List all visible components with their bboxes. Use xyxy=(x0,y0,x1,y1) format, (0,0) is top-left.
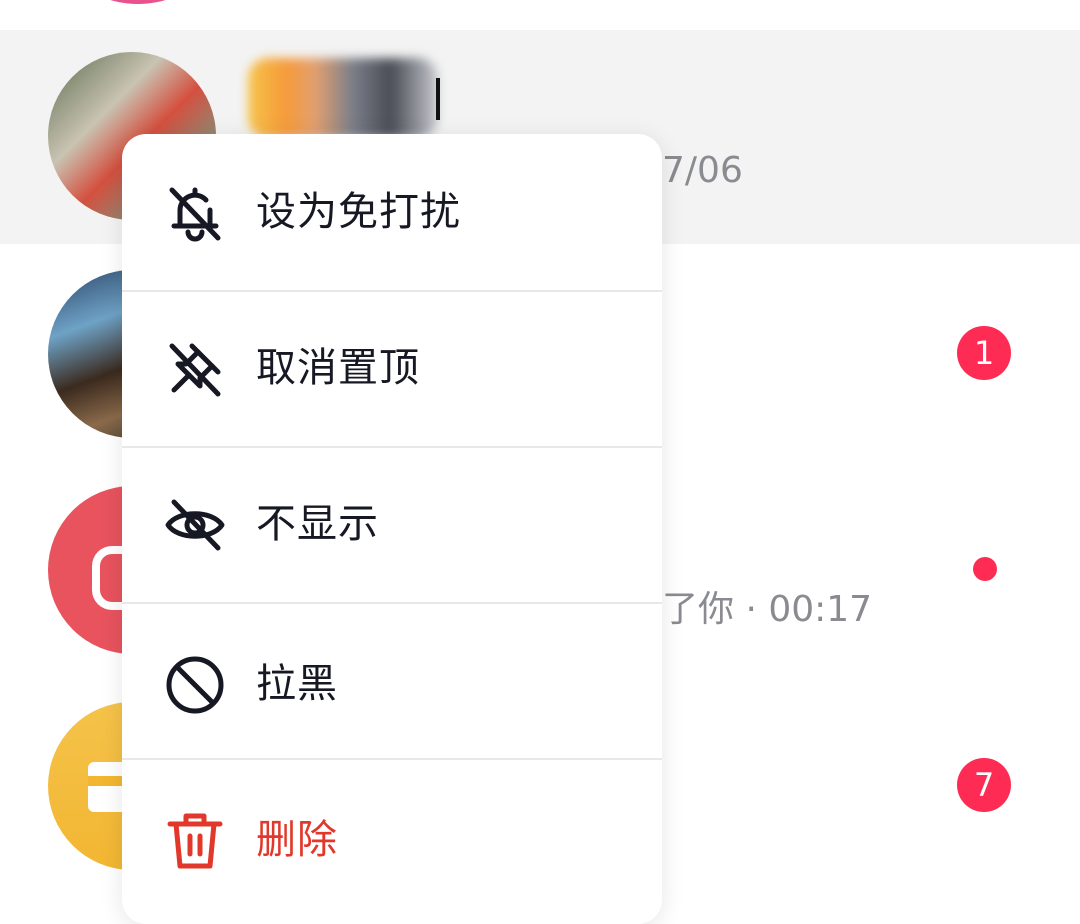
trash-icon xyxy=(162,808,228,874)
eye-off-icon xyxy=(162,492,228,558)
blurred-contact-name xyxy=(248,58,438,138)
menu-item-block[interactable]: 拉黑 xyxy=(122,604,662,760)
block-icon xyxy=(162,652,228,718)
menu-item-hide[interactable]: 不显示 xyxy=(122,448,662,604)
menu-item-label: 取消置顶 xyxy=(256,345,420,391)
chat-row-timestamp: 7/06 xyxy=(662,150,743,191)
menu-item-label: 不显示 xyxy=(256,501,379,547)
menu-item-unpin[interactable]: 取消置顶 xyxy=(122,292,662,448)
unread-count-badge: 1 xyxy=(957,326,1011,380)
chat-row-preview: 了你 · 00:17 xyxy=(662,589,873,630)
unread-dot xyxy=(973,557,997,581)
menu-item-mute[interactable]: 设为免打扰 xyxy=(122,134,662,290)
menu-item-label: 设为免打扰 xyxy=(256,189,461,235)
bell-off-icon xyxy=(162,180,228,246)
text-cursor-mark xyxy=(436,78,440,120)
unread-count-badge: 7 xyxy=(957,758,1011,812)
unpin-icon xyxy=(162,336,228,402)
chat-row-previous[interactable] xyxy=(0,0,1080,30)
avatar xyxy=(88,0,188,4)
menu-item-label: 拉黑 xyxy=(256,661,338,707)
context-menu: 设为免打扰 取消置顶 不显示 拉黑 删除 xyxy=(122,134,662,924)
menu-item-label: 删除 xyxy=(256,817,338,863)
menu-item-delete[interactable]: 删除 xyxy=(122,760,662,916)
